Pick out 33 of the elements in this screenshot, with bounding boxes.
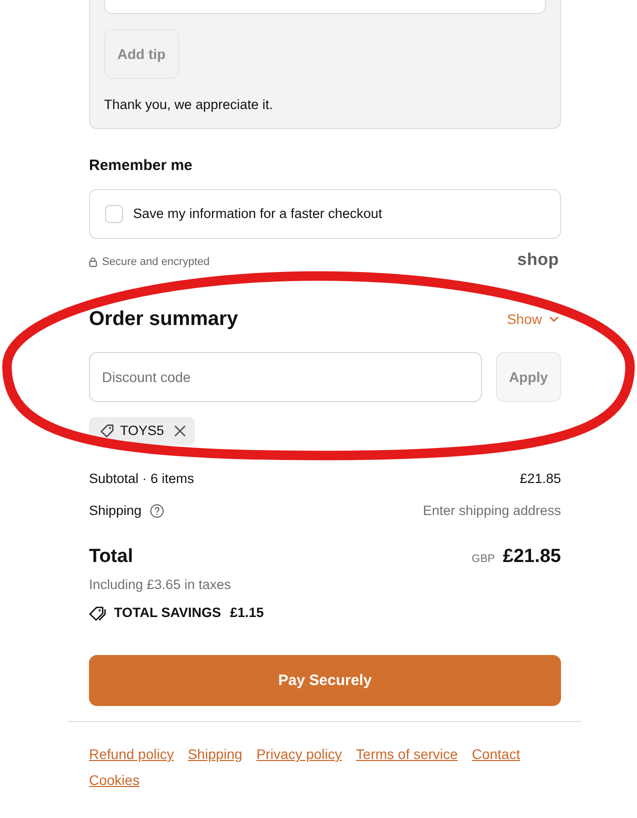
chevron-down-icon bbox=[549, 316, 559, 322]
show-toggle[interactable]: Show bbox=[506, 311, 559, 327]
footer-link[interactable]: Privacy policy bbox=[256, 744, 342, 764]
order-summary-heading: Order summary bbox=[89, 307, 238, 332]
footer-link[interactable]: Contact bbox=[472, 744, 520, 764]
tag-icon bbox=[100, 424, 114, 438]
line-label: Shipping bbox=[89, 502, 142, 520]
footer-link[interactable]: Refund policy bbox=[89, 744, 174, 764]
discount-code: TOYS5 bbox=[120, 423, 164, 439]
tag-icon bbox=[89, 606, 106, 620]
tax-note: Including £3.65 in taxes bbox=[89, 576, 232, 594]
shop-logo: shop bbox=[517, 250, 559, 270]
close-icon[interactable] bbox=[174, 425, 186, 437]
help-icon[interactable] bbox=[150, 504, 164, 518]
total-amount: £21.85 bbox=[502, 545, 561, 569]
thank-you-note: Thank you, we appreciate it. bbox=[104, 96, 273, 114]
footer-link[interactable]: Cookies bbox=[89, 770, 140, 790]
pay-button[interactable]: Pay Securely bbox=[89, 655, 561, 706]
line-value: Enter shipping address bbox=[422, 502, 561, 520]
footer-link[interactable]: Shipping bbox=[188, 744, 242, 764]
checkbox-label: Save my information for a faster checkout bbox=[133, 205, 382, 223]
currency-label: GBP bbox=[472, 552, 495, 566]
savings-label: TOTAL SAVINGS bbox=[114, 604, 222, 622]
line-value: £21.85 bbox=[520, 470, 561, 488]
line-label: Subtotal · 6 items bbox=[89, 470, 194, 488]
footer-link[interactable]: Terms of service bbox=[356, 744, 458, 764]
security-note: Secure and encrypted bbox=[102, 255, 210, 269]
section-heading: Remember me bbox=[89, 156, 194, 176]
discount-field[interactable]: Discount code bbox=[89, 352, 482, 402]
lock-icon bbox=[89, 257, 97, 267]
checkbox[interactable] bbox=[105, 205, 123, 223]
savings-amount: £1.15 bbox=[230, 604, 264, 622]
total-label: Total bbox=[89, 545, 133, 569]
